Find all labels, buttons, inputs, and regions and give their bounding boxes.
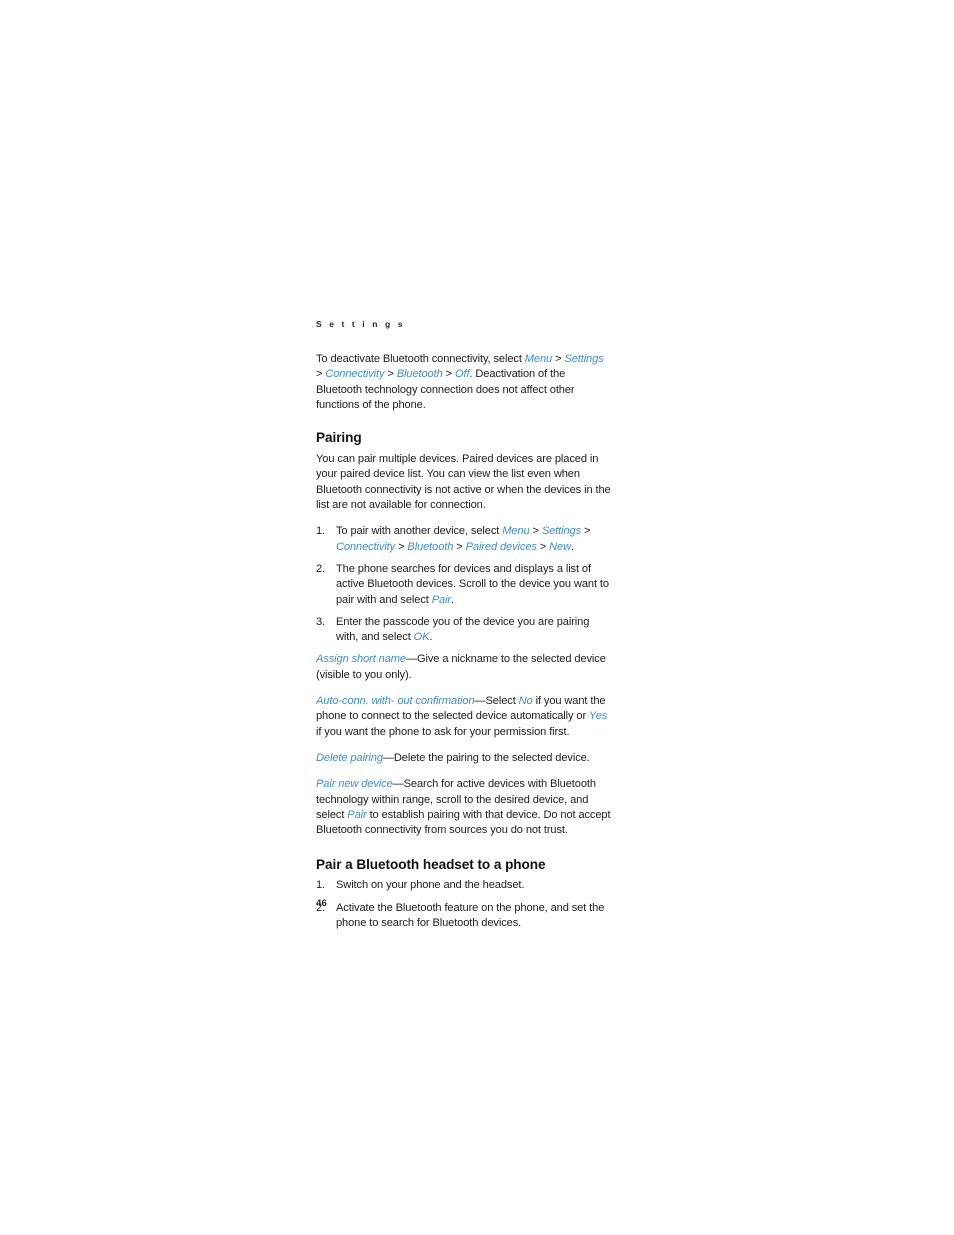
path-separator: > [529, 525, 542, 538]
ui-off: Off [454, 368, 470, 381]
ui-connectivity: Connectivity [336, 540, 396, 553]
term-delete-pairing: Delete pairing [316, 751, 383, 764]
definition-delete-pairing: Delete pairing—Delete the pairing to the… [316, 751, 612, 766]
deactivate-bluetooth-paragraph: To deactivate Bluetooth connectivity, se… [316, 352, 612, 413]
ui-bluetooth: Bluetooth [396, 368, 443, 381]
ui-menu: Menu [524, 353, 553, 365]
running-head: S e t t i n g s [316, 319, 406, 329]
step-text-tail: . [451, 593, 454, 606]
list-item: 1. To pair with another device, select Me… [316, 524, 612, 555]
definition-pair-new-device: Pair new device—Search for active device… [316, 777, 612, 838]
list-item: 2. The phone searches for devices and dis… [316, 562, 612, 608]
list-item: 3. Enter the passcode you of the device y… [316, 615, 612, 646]
step-number: 3. [316, 615, 326, 628]
step-text-lead: To pair with another device, select [336, 525, 503, 538]
ui-pair: Pair [347, 808, 367, 821]
ui-menu: Menu [502, 525, 530, 538]
ui-new: New [549, 540, 572, 553]
term-auto-conn-without-confirmation: Auto-conn. with- out confirmation [316, 695, 475, 708]
page-content: S e t t i n g s To deactivate Bluetooth … [316, 318, 612, 938]
step-text-lead: The phone searches for devices and displ… [336, 562, 609, 606]
ui-yes: Yes [589, 710, 608, 723]
em-dash: — [392, 778, 404, 791]
page-number: 46 [316, 898, 328, 909]
ui-no: No [518, 695, 533, 708]
ui-ok: OK [413, 631, 430, 644]
manual-page: S e t t i n g s To deactivate Bluetooth … [0, 0, 954, 1235]
path-separator: > [316, 368, 326, 381]
path-separator: > [395, 540, 408, 553]
deactivate-text-lead: To deactivate Bluetooth connectivity, se… [316, 353, 525, 365]
pairing-heading: Pairing [316, 430, 362, 446]
step-text-lead: Enter the passcode you of the device you… [336, 615, 590, 644]
definition-body-lead: Select [485, 695, 519, 708]
ui-bluetooth: Bluetooth [407, 540, 454, 553]
term-assign-short-name: Assign short name [316, 653, 406, 666]
step-number: 1. [316, 525, 326, 538]
em-dash: — [406, 653, 417, 666]
headset-pairing-heading: Pair a Bluetooth headset to a phone [316, 857, 546, 873]
step-number: 1. [316, 879, 326, 892]
definition-body-tail: if you want the phone to ask for your pe… [316, 725, 570, 738]
definition-assign-short-name: Assign short name—Give a nickname to the… [316, 652, 612, 683]
ui-settings: Settings [541, 525, 582, 538]
em-dash: — [474, 695, 486, 708]
path-separator: > [536, 540, 550, 553]
path-separator: > [581, 525, 591, 538]
path-separator: > [384, 368, 397, 381]
step-text: Switch on your phone and the headset. [336, 879, 525, 892]
path-separator: > [552, 353, 565, 365]
list-item: 2. Activate the Bluetooth feature on the … [316, 901, 612, 932]
step-number: 2. [316, 562, 326, 575]
ui-settings: Settings [564, 353, 604, 365]
pairing-steps-list: 1. To pair with another device, select Me… [316, 524, 612, 645]
definition-body: Delete the pairing to the selected devic… [393, 751, 590, 764]
step-text: Activate the Bluetooth feature on the ph… [336, 901, 605, 930]
headset-steps-list: 1. Switch on your phone and the headset. … [316, 878, 612, 931]
step-text-tail: . [429, 631, 433, 644]
path-separator: > [453, 540, 466, 553]
list-item: 1. Switch on your phone and the headset. [316, 878, 612, 893]
step-text-tail: . [571, 540, 574, 553]
em-dash: — [382, 751, 394, 764]
ui-connectivity: Connectivity [325, 368, 385, 381]
ui-paired-devices: Paired devices [465, 540, 537, 553]
path-separator: > [442, 368, 455, 381]
definition-auto-conn-without-confirmation: Auto-conn. with- out confirmation—Select… [316, 694, 612, 740]
ui-pair: Pair [431, 593, 452, 606]
term-pair-new-device: Pair new device [316, 778, 393, 791]
pairing-intro-paragraph: You can pair multiple devices. Paired de… [316, 453, 611, 512]
